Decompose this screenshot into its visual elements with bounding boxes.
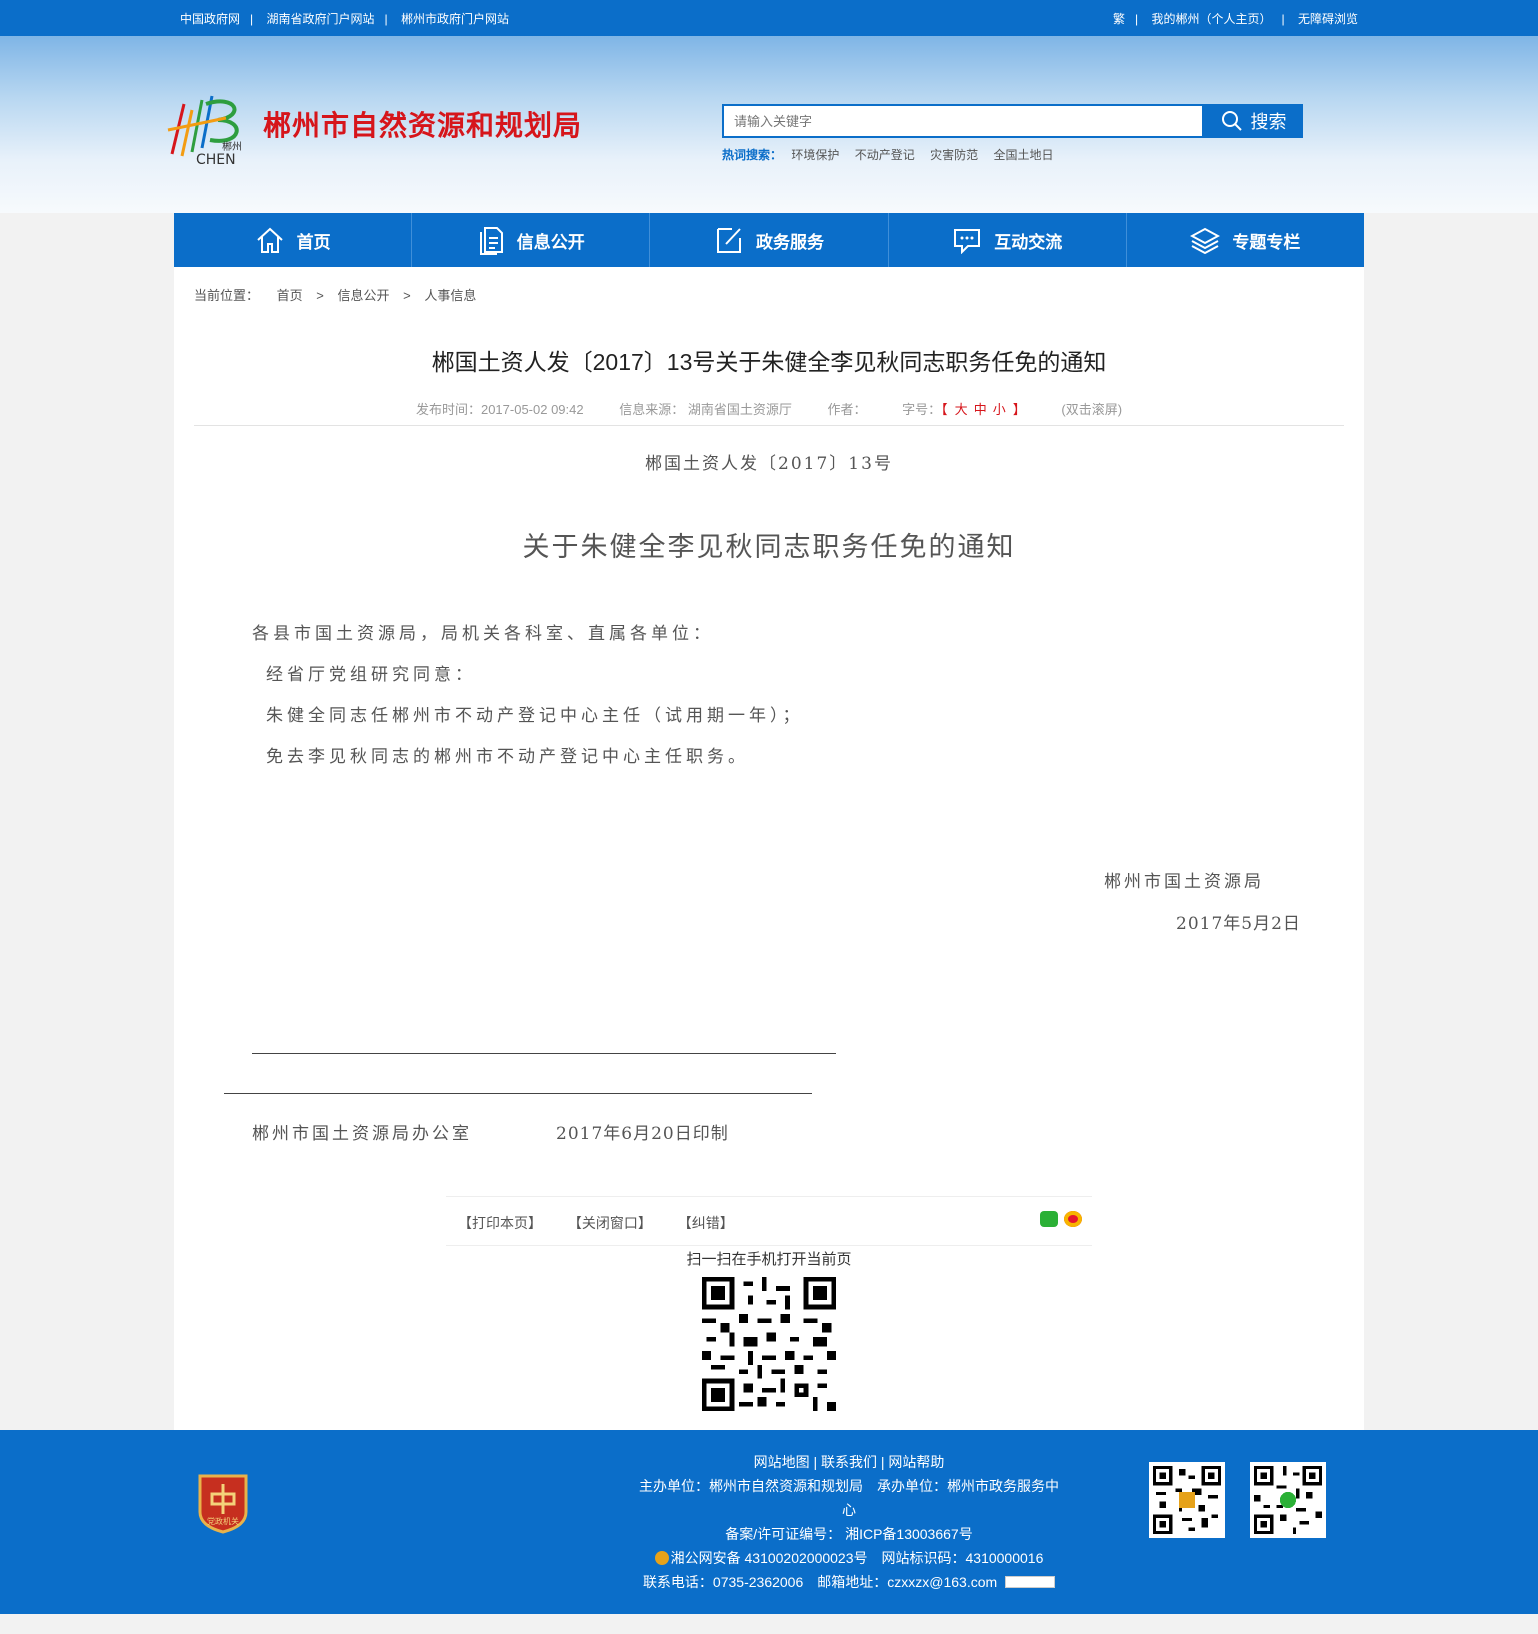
- doc-paragraph: 朱健全同志任郴州市不动产登记中心主任（试用期一年）；: [266, 706, 804, 726]
- party-gov-badge-icon[interactable]: 党政机关: [196, 1472, 250, 1534]
- breadcrumb-info-public[interactable]: 信息公开: [338, 288, 390, 303]
- site-title[interactable]: 郴州市自然资源和规划局: [263, 104, 582, 144]
- hot-word[interactable]: 环境保护: [791, 148, 839, 162]
- hot-search: 热词搜索： 环境保护 不动产登记 灾害防范 全国土地日: [722, 146, 1065, 163]
- svg-text:CHEN: CHEN: [196, 152, 236, 166]
- qr-caption: 扫一扫在手机打开当前页: [686, 1251, 852, 1268]
- main-nav: 首页 信息公开 政务服务 互动交流 专题专栏: [174, 213, 1364, 267]
- info-source: 信息来源： 湖南省国土资源厅: [619, 402, 792, 417]
- footer-contact: 联系电话：0735-2362006 邮箱地址：czxxzx@163.com: [634, 1570, 1064, 1594]
- font-size-large[interactable]: 大: [955, 402, 968, 417]
- top-right-links: 繁 | 我的郴州（个人主页） | 无障碍浏览: [1113, 11, 1358, 26]
- share-icons: [1040, 1211, 1082, 1227]
- bottom-strip: [0, 1614, 1538, 1634]
- weibo-icon[interactable]: [1064, 1211, 1082, 1227]
- signature-org: 郴州市国土资源局: [1104, 872, 1264, 892]
- link-hunan-gov[interactable]: 湖南省政府门户网站: [266, 12, 374, 26]
- nav-label: 首页: [296, 232, 331, 252]
- wechat-icon[interactable]: [1040, 1211, 1058, 1227]
- rule-line: [224, 1093, 812, 1094]
- nav-home[interactable]: 首页: [174, 213, 413, 267]
- footer-qr-wechat-icon: [1250, 1462, 1326, 1538]
- site-logo-icon[interactable]: 郴州 CHEN: [166, 90, 250, 166]
- nav-label: 信息公开: [516, 232, 585, 252]
- footer-host: 主办单位：郴州市自然资源和规划局 承办单位：郴州市政务服务中心: [639, 1478, 1059, 1518]
- footer-police: 湘公网安备 43100202000023号 网站标识码：4310000016: [634, 1546, 1064, 1570]
- divider: [194, 425, 1344, 426]
- print-date: 2017年6月20日印制: [556, 1124, 729, 1144]
- page-qr-code-icon: [702, 1277, 836, 1411]
- home-icon: [256, 227, 283, 253]
- footer-links: 网站地图 | 联系我们 | 网站帮助: [753, 1454, 945, 1470]
- svg-text:党政机关: 党政机关: [207, 1516, 239, 1526]
- layers-icon: [1190, 227, 1221, 254]
- link-traditional-chinese[interactable]: 繁: [1113, 12, 1125, 26]
- link-chenzhou-gov[interactable]: 郴州市政府门户网站: [401, 12, 509, 26]
- breadcrumb-hr-info[interactable]: 人事信息: [424, 288, 476, 303]
- doc-title: 关于朱健全李见秋同志职务任免的通知: [522, 532, 1016, 563]
- top-left-links: 中国政府网 | 湖南省政府门户网站 | 郴州市政府门户网站: [180, 11, 509, 26]
- breadcrumb-label: 当前位置：: [194, 288, 260, 303]
- rule-line: [252, 1053, 836, 1054]
- breadcrumb-home[interactable]: 首页: [277, 288, 303, 303]
- nav-label: 专题专栏: [1232, 232, 1301, 252]
- publish-time: 发布时间：2017-05-02 09:42: [415, 402, 584, 417]
- article-toolbar: 【打印本页】 【关闭窗口】 【纠错】: [446, 1196, 1092, 1246]
- link-china-gov[interactable]: 中国政府网: [180, 12, 240, 26]
- print-org: 郴州市国土资源局办公室: [252, 1124, 472, 1144]
- breadcrumb-separator: >: [316, 288, 324, 303]
- font-size-control: 字号：【大中小】: [902, 402, 1026, 417]
- footer-qr-weibo-icon: [1149, 1462, 1225, 1538]
- correct-error-button[interactable]: 【纠错】: [678, 1215, 734, 1231]
- link-accessibility[interactable]: 无障碍浏览: [1298, 12, 1358, 26]
- doc-paragraph: 免去李见秋同志的郴州市不动产登记中心主任职务。: [266, 747, 749, 767]
- footer-icp[interactable]: 备案/许可证编号： 湘ICP备13003667号: [634, 1522, 1064, 1546]
- doc-paragraph: 各县市国土资源局，局机关各科室、直属各单位：: [252, 624, 714, 644]
- link-contact-us[interactable]: 联系我们: [821, 1454, 877, 1470]
- nav-label: 互动交流: [994, 232, 1063, 252]
- hot-word[interactable]: 全国土地日: [993, 148, 1053, 162]
- close-window-button[interactable]: 【关闭窗口】: [568, 1215, 652, 1231]
- nav-info-public[interactable]: 信息公开: [412, 213, 651, 267]
- doc-number: 郴国土资人发〔2017〕13号: [645, 454, 893, 474]
- article-title: 郴国土资人发〔2017〕13号关于朱健全李见秋同志职务任免的通知: [431, 349, 1107, 375]
- chat-icon: [954, 229, 981, 254]
- header-banner: 郴州 CHEN 郴州市自然资源和规划局 搜索 热词搜索： 环境保护 不动产登记 …: [0, 36, 1538, 213]
- search-button-label: 搜索: [1250, 112, 1287, 132]
- double-click-scroll[interactable]: (双击滚屏): [1061, 402, 1122, 417]
- footer: 党政机关 网站地图 | 联系我们 | 网站帮助 主办单位：郴州市自然资源和规划局…: [0, 1430, 1538, 1614]
- police-badge-icon: [654, 1551, 669, 1565]
- nav-label: 政务服务: [756, 232, 824, 252]
- edit-icon: [717, 228, 741, 253]
- search-input[interactable]: [722, 104, 1204, 138]
- document-icon: [479, 227, 503, 255]
- signature-date: 2017年5月2日: [1176, 914, 1301, 934]
- link-my-chenzhou[interactable]: 我的郴州（个人主页）: [1152, 12, 1272, 26]
- link-sitemap[interactable]: 网站地图: [754, 1454, 810, 1470]
- search-icon: [1221, 111, 1242, 131]
- article-meta: 发布时间：2017-05-02 09:42 信息来源： 湖南省国土资源厅 作者：…: [174, 399, 1364, 418]
- nav-interaction[interactable]: 互动交流: [889, 213, 1127, 267]
- font-size-bracket-open: 【: [941, 402, 948, 417]
- top-bar: 中国政府网 | 湖南省政府门户网站 | 郴州市政府门户网站 繁 | 我的郴州（个人主页…: [0, 0, 1538, 36]
- footer-info: 网站地图 | 联系我们 | 网站帮助 主办单位：郴州市自然资源和规划局 承办单位…: [634, 1450, 1064, 1594]
- content-panel: 当前位置： 首页 > 信息公开 > 人事信息 郴国土资人发〔2017〕13号关于…: [174, 267, 1364, 1430]
- cnzz-icon[interactable]: [1005, 1576, 1056, 1588]
- font-size-medium[interactable]: 中: [974, 402, 987, 417]
- doc-paragraph: 经省厅党组研究同意：: [266, 665, 476, 685]
- font-size-bracket-close: 】: [1012, 402, 1026, 417]
- font-size-small[interactable]: 小: [993, 402, 1006, 417]
- author: 作者：: [827, 402, 867, 417]
- link-site-help[interactable]: 网站帮助: [888, 1454, 944, 1470]
- breadcrumb: 当前位置： 首页 > 信息公开 > 人事信息: [194, 285, 476, 304]
- print-button[interactable]: 【打印本页】: [458, 1215, 542, 1231]
- search-button[interactable]: 搜索: [1204, 104, 1303, 138]
- nav-special-topics[interactable]: 专题专栏: [1127, 213, 1364, 267]
- hot-search-label: 热词搜索：: [722, 148, 783, 162]
- breadcrumb-separator: >: [403, 288, 411, 303]
- hot-word[interactable]: 灾害防范: [930, 148, 978, 162]
- hot-word[interactable]: 不动产登记: [855, 148, 915, 162]
- nav-gov-service[interactable]: 政务服务: [650, 213, 889, 267]
